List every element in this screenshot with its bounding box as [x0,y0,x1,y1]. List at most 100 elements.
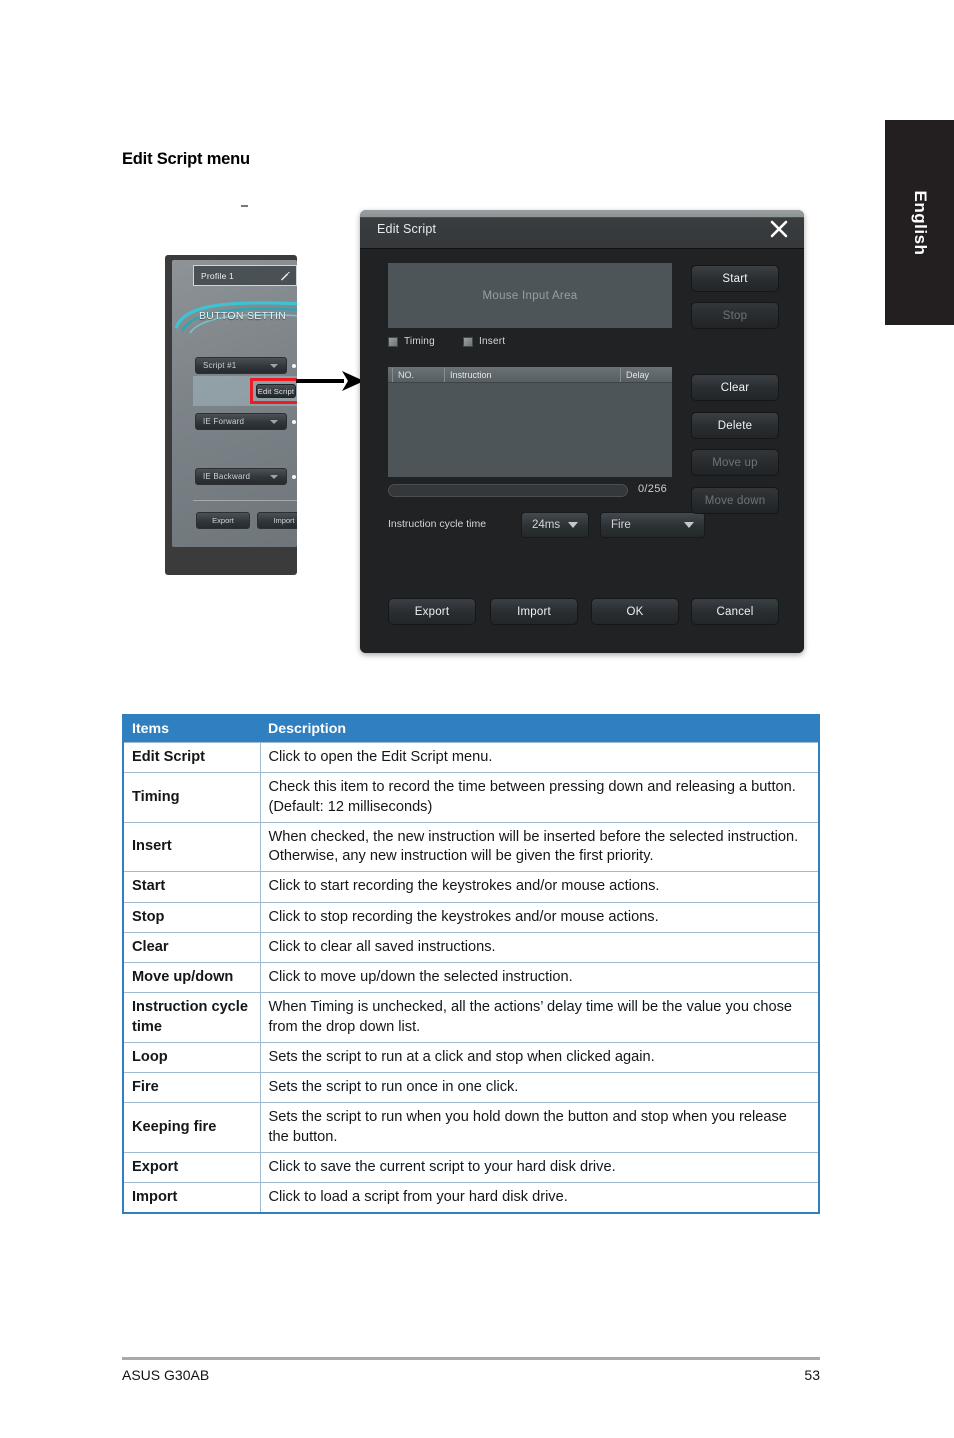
capacity-count: 0/256 [638,483,668,495]
move-down-button[interactable]: Move down [691,487,779,514]
table-cell-item: Import [122,1182,261,1214]
dialog-export-button[interactable]: Export [388,598,476,625]
panel-export-button[interactable]: Export [196,512,250,529]
table-cell-description: Click to open the Edit Script menu. [259,741,820,774]
table-cell-description: Click to stop recording the keystrokes a… [259,901,820,933]
cycle-time-value: 24ms [532,519,561,531]
dialog-titlebar: Edit Script [360,210,804,249]
table-cell-description: Click to move up/down the selected instr… [259,961,820,994]
link-dot [292,475,296,479]
footer-divider [122,1357,820,1360]
edit-script-button[interactable]: Edit Script [256,384,296,398]
dropdown-ie-forward-label: IE Forward [203,417,245,426]
table-cell-item: Instruction cycle time [122,992,261,1043]
column-header-delay: Delay [620,368,670,382]
description-table: Items Description Edit Script Click to op… [122,714,820,1215]
table-cell-item: Start [122,871,261,903]
table-cell-description: Sets the script to run when you hold dow… [259,1102,820,1153]
table-row: Timing Check this item to record the time… [122,772,820,823]
table-row: Export Click to save the current script t… [122,1151,820,1184]
table-row: Edit Script Click to open the Edit Script… [122,741,820,774]
panel-inner: Profile 1 BUTTON SETTIN Script #1 Edit S… [172,260,297,547]
table-row: Keeping fire Sets the script to run when … [122,1102,820,1153]
chevron-down-icon [270,474,278,479]
delete-button[interactable]: Delete [691,412,779,439]
edit-script-dialog: Edit Script Mouse Input Area Timing Inse… [360,210,804,653]
table-row: Instruction cycle time When Timing is unc… [122,992,820,1043]
dialog-import-button[interactable]: Import [490,598,578,625]
table-cell-item: Move up/down [122,961,261,994]
close-icon[interactable] [768,218,790,240]
column-header-items: Items [123,715,260,743]
profile-selector[interactable]: Profile 1 [193,265,297,286]
link-dot [292,420,296,424]
table-cell-description: When Timing is unchecked, all the action… [259,992,820,1043]
pencil-icon[interactable] [280,270,291,281]
button-settings-panel: Profile 1 BUTTON SETTIN Script #1 Edit S… [165,255,297,575]
table-row: Insert When checked, the new instruction … [122,821,820,873]
move-up-button[interactable]: Move up [691,449,779,476]
cycle-time-row: Instruction cycle time 24ms Fire [388,512,705,538]
clear-button[interactable]: Clear [691,374,779,401]
callout-arrow [296,368,366,394]
table-cell-item: Edit Script [122,741,261,774]
table-cell-item: Timing [122,772,261,823]
checkbox-timing[interactable]: Timing [388,336,435,347]
table-row: Start Click to start recording the keystr… [122,871,820,903]
cycle-time-label: Instruction cycle time [388,518,487,530]
chevron-down-icon [270,363,278,368]
column-header-no: NO. [392,368,440,382]
table-row: Fire Sets the script to run once in one c… [122,1071,820,1104]
figure-edit-script: Profile 1 BUTTON SETTIN Script #1 Edit S… [0,0,954,700]
dropdown-ie-backward[interactable]: IE Backward [195,468,287,485]
table-cell-description: Click to start recording the keystrokes … [259,871,820,903]
dropdown-ie-forward[interactable]: IE Forward [195,413,287,430]
dropdown-ie-backward-label: IE Backward [203,472,251,481]
dropdown-script-label: Script #1 [203,361,237,370]
chevron-down-icon [270,419,278,424]
table-cell-description: Check this item to record the time betwe… [259,772,820,823]
table-cell-description: Click to clear all saved instructions. [259,931,820,964]
table-cell-description: Click to load a script from your hard di… [259,1182,820,1214]
table-row: Loop Sets the script to run at a click an… [122,1041,820,1074]
profile-label: Profile 1 [201,270,234,281]
dropdown-script[interactable]: Script #1 [195,357,287,374]
table-cell-item: Clear [122,931,261,964]
dialog-body: Mouse Input Area Timing Insert NO. Instr… [360,249,804,653]
instruction-list[interactable]: NO. Instruction Delay [388,367,672,477]
table-cell-item: Loop [122,1041,261,1074]
table-row: Stop Click to stop recording the keystrok… [122,901,820,933]
mouse-input-area-label: Mouse Input Area [482,289,578,302]
checkbox-timing-box[interactable] [388,336,398,347]
stop-button[interactable]: Stop [691,302,779,329]
table-row: Move up/down Click to move up/down the se… [122,961,820,994]
dialog-cancel-button[interactable]: Cancel [691,598,779,625]
footer-page-number: 53 [804,1367,820,1383]
script-mode-select[interactable]: Fire [600,512,705,538]
callout-tick [241,205,248,207]
checkbox-row: Timing Insert [388,336,688,352]
panel-section-title: BUTTON SETTIN [199,310,287,322]
capacity-progress-bar [388,484,628,497]
checkbox-insert-box[interactable] [463,336,473,347]
table-row: Import Click to load a script from your h… [122,1182,820,1214]
panel-import-button[interactable]: Import [257,512,297,529]
mouse-input-area[interactable]: Mouse Input Area [388,263,672,328]
checkbox-insert[interactable]: Insert [463,336,505,347]
column-header-description: Description [260,715,819,743]
checkbox-insert-label: Insert [479,336,506,347]
table-cell-description: Sets the script to run at a click and st… [259,1041,820,1074]
instruction-list-header: NO. Instruction Delay [388,367,672,383]
script-mode-value: Fire [611,519,631,531]
capacity-row: 0/256 [388,483,688,498]
dialog-title: Edit Script [377,222,437,236]
cycle-time-select[interactable]: 24ms [521,512,589,538]
chevron-down-icon [684,522,694,528]
column-header-instruction: Instruction [444,368,619,382]
start-button[interactable]: Start [691,265,779,292]
edit-script-callout: Edit Script [250,378,297,404]
dialog-ok-button[interactable]: OK [591,598,679,625]
table-cell-item: Keeping fire [122,1102,261,1153]
panel-divider [193,500,297,501]
table-row: Clear Click to clear all saved instructio… [122,931,820,964]
